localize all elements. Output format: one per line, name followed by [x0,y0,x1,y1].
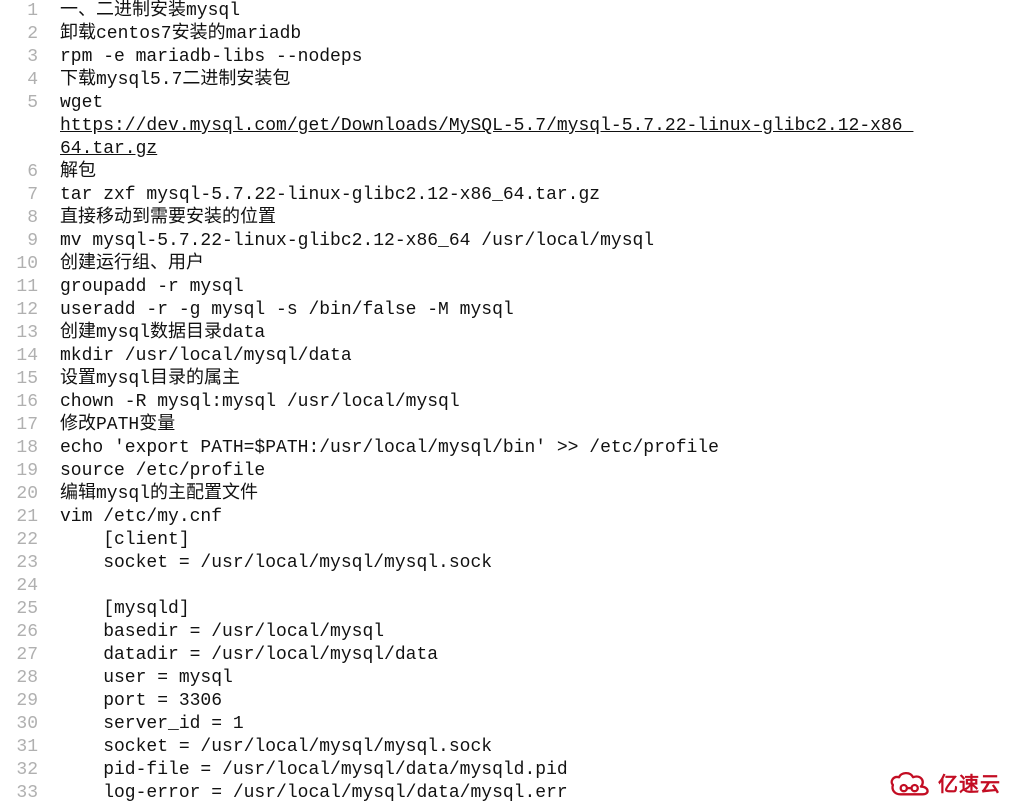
line-number: 13 [0,322,38,345]
line-number: 26 [0,621,38,644]
code-line: 修改PATH变量 [60,414,1011,437]
code-line [60,575,1011,598]
line-number: 5 [0,92,38,115]
line-number: 15 [0,368,38,391]
code-line: user = mysql [60,667,1011,690]
line-number: 16 [0,391,38,414]
code-line: 设置mysql目录的属主 [60,368,1011,391]
line-number: 31 [0,736,38,759]
line-number: 30 [0,713,38,736]
cloud-logo-icon [886,771,934,799]
code-line: 下载mysql5.7二进制安装包 [60,69,1011,92]
line-number: 33 [0,782,38,805]
watermark-text: 亿速云 [938,774,1001,797]
line-number: 11 [0,276,38,299]
code-line: source /etc/profile [60,460,1011,483]
code-line: datadir = /usr/local/mysql/data [60,644,1011,667]
line-number: 10 [0,253,38,276]
line-number: 32 [0,759,38,782]
watermark: 亿速云 [886,771,1001,799]
code-line: tar zxf mysql-5.7.22-linux-glibc2.12-x86… [60,184,1011,207]
line-number: 21 [0,506,38,529]
line-number: 28 [0,667,38,690]
code-line: server_id = 1 [60,713,1011,736]
code-line: [mysqld] [60,598,1011,621]
code-line: vim /etc/my.cnf [60,506,1011,529]
line-number: 9 [0,230,38,253]
line-number-continuation [0,138,38,161]
code-line: 编辑mysql的主配置文件 [60,483,1011,506]
line-number: 22 [0,529,38,552]
code-content: 一、二进制安装mysql卸载centos7安装的mariadbrpm -e ma… [48,0,1011,805]
line-number-gutter: 1234567891011121314151617181920212223242… [0,0,48,805]
code-line: socket = /usr/local/mysql/mysql.sock [60,552,1011,575]
line-number: 29 [0,690,38,713]
code-line: 创建运行组、用户 [60,253,1011,276]
code-line: basedir = /usr/local/mysql [60,621,1011,644]
line-number: 20 [0,483,38,506]
code-line: [client] [60,529,1011,552]
code-line: wget [60,92,1011,115]
line-number: 24 [0,575,38,598]
line-number: 8 [0,207,38,230]
code-line: log-error = /usr/local/mysql/data/mysql.… [60,782,1011,805]
line-number-continuation [0,115,38,138]
line-number: 4 [0,69,38,92]
line-number: 19 [0,460,38,483]
line-number: 27 [0,644,38,667]
code-line: groupadd -r mysql [60,276,1011,299]
download-url-link[interactable]: 64.tar.gz [60,139,157,159]
code-line: port = 3306 [60,690,1011,713]
code-line: 卸载centos7安装的mariadb [60,23,1011,46]
code-line: echo 'export PATH=$PATH:/usr/local/mysql… [60,437,1011,460]
line-number: 1 [0,0,38,23]
code-line: rpm -e mariadb-libs --nodeps [60,46,1011,69]
code-line: 创建mysql数据目录data [60,322,1011,345]
line-number: 7 [0,184,38,207]
code-line: mkdir /usr/local/mysql/data [60,345,1011,368]
line-number: 25 [0,598,38,621]
code-line: pid-file = /usr/local/mysql/data/mysqld.… [60,759,1011,782]
line-number: 18 [0,437,38,460]
line-number: 2 [0,23,38,46]
code-line: 直接移动到需要安装的位置 [60,207,1011,230]
code-line: useradd -r -g mysql -s /bin/false -M mys… [60,299,1011,322]
line-number: 23 [0,552,38,575]
line-number: 3 [0,46,38,69]
code-line: mv mysql-5.7.22-linux-glibc2.12-x86_64 /… [60,230,1011,253]
code-line: 一、二进制安装mysql [60,0,1011,23]
line-number: 17 [0,414,38,437]
code-line: socket = /usr/local/mysql/mysql.sock [60,736,1011,759]
code-editor: 1234567891011121314151617181920212223242… [0,0,1011,805]
line-number: 14 [0,345,38,368]
line-number: 12 [0,299,38,322]
code-line: https://dev.mysql.com/get/Downloads/MySQ… [60,115,1011,138]
code-line: 解包 [60,161,1011,184]
download-url-link[interactable]: https://dev.mysql.com/get/Downloads/MySQ… [60,116,913,136]
code-line: chown -R mysql:mysql /usr/local/mysql [60,391,1011,414]
code-line: 64.tar.gz [60,138,1011,161]
line-number: 6 [0,161,38,184]
